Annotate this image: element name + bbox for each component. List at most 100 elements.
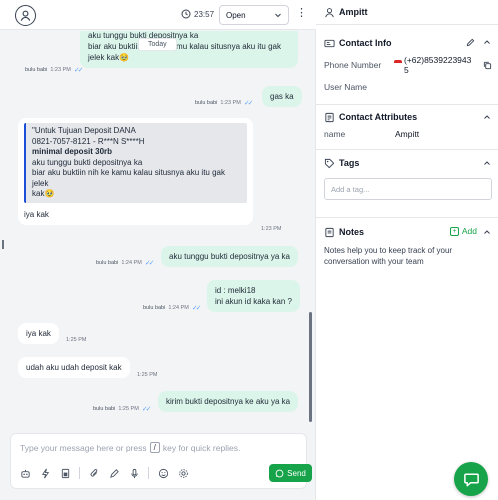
composer-toolbar	[19, 467, 189, 479]
message-list: Today aku tunggu bukti depositnya ka bia…	[0, 31, 316, 431]
message-incoming[interactable]: "Untuk Tujuan Deposit DANA 0821-7057-812…	[18, 118, 253, 225]
sender-name: bulu babi	[143, 305, 166, 311]
left-resize-handle[interactable]	[2, 240, 4, 249]
avatar[interactable]	[15, 5, 36, 26]
chevron-up-icon[interactable]	[483, 38, 491, 48]
template-icon[interactable]	[59, 467, 71, 479]
message-outgoing[interactable]: aku tunggu bukti depositnya ka biar aku …	[80, 31, 298, 68]
user-icon	[325, 8, 334, 18]
chat-bubble-icon	[463, 473, 479, 486]
section-title: Contact Info	[339, 38, 392, 48]
placeholder-text: key for quick replies.	[162, 442, 241, 453]
chevron-up-icon[interactable]	[483, 159, 491, 169]
bot-icon[interactable]	[19, 467, 31, 479]
sender-name: bulu babi	[96, 260, 119, 266]
shortcut-key: /	[149, 442, 160, 453]
message-meta: bulu babi 1:25 PM ✓✓	[93, 405, 152, 413]
message-line: biar aku buktiin nih ke kamu kalau situs…	[88, 42, 281, 51]
add-tag-input[interactable]: Add a tag...	[324, 178, 492, 200]
contact-info-section: Contact Info Phone Number (+62)853922394…	[316, 25, 498, 105]
message-input[interactable]: Type your message here or press / key fo…	[20, 442, 240, 453]
message-meta: bulu babi 1:24 PM ✓✓	[96, 259, 154, 267]
section-title: Contact Attributes	[339, 112, 418, 122]
phone-value-line: (+62)8539223943	[404, 55, 472, 65]
message-text: iya kak	[24, 209, 49, 219]
message-time: 1:25 PM	[137, 372, 158, 378]
read-receipt-icon: ✓✓	[191, 305, 202, 312]
message-meta: bulu babi 1:23 PM ✓✓	[25, 66, 84, 74]
phone-value[interactable]: (+62)8539223943 5	[404, 55, 471, 75]
message-line: gas ka	[270, 92, 294, 101]
whatsapp-icon	[275, 469, 284, 477]
chat-panel: 23:57 Open ⋮ Today aku tunggu bukti depo…	[0, 0, 316, 500]
paperclip-icon[interactable]	[88, 467, 100, 479]
chevron-up-icon[interactable]	[483, 113, 491, 123]
sender-name: bulu babi	[195, 100, 218, 106]
notes-icon	[324, 227, 335, 238]
id-card-icon	[324, 38, 335, 49]
message-time: 1:25 PM	[118, 406, 139, 412]
chevron-up-icon[interactable]	[483, 228, 491, 238]
user-icon	[20, 10, 31, 21]
indonesia-flag-icon	[394, 60, 402, 65]
add-note-button[interactable]: + Add	[449, 226, 477, 236]
message-time: 1:23 PM	[261, 226, 282, 232]
message-outgoing[interactable]: kirim bukti depositnya ke aku ya ka	[158, 391, 299, 412]
pen-icon[interactable]	[108, 467, 120, 479]
date-separator: Today	[138, 38, 177, 51]
contact-header: Ampitt	[316, 0, 498, 25]
section-title: Tags	[339, 158, 360, 168]
quote-line: minimal deposit 30rb	[32, 147, 241, 158]
message-outgoing[interactable]: aku tunggu bukti depositnya ya ka	[161, 246, 298, 267]
copy-icon[interactable]	[483, 61, 492, 72]
toolbar-divider	[79, 467, 80, 479]
message-line: id : melki18	[215, 286, 256, 295]
settings-icon[interactable]	[177, 467, 189, 479]
microphone-icon[interactable]	[128, 467, 140, 479]
quote-line: aku tunggu bukti depositnya ka	[32, 157, 143, 167]
quote-line: "Untuk Tujuan Deposit DANA	[32, 126, 136, 135]
message-outgoing[interactable]: id : melki18 ini akun id kaka kan ?	[207, 280, 300, 312]
sla-timer: 23:57	[181, 9, 214, 19]
edit-icon[interactable]	[466, 38, 475, 49]
sender-name: bulu babi	[25, 67, 48, 73]
notes-help-text: Notes help you to keep track of your con…	[324, 246, 453, 266]
message-meta: bulu babi 1:24 PM ✓✓	[143, 304, 202, 312]
message-line: aku tunggu bukti depositnya ya ka	[169, 252, 290, 261]
attribute-name-value[interactable]: Ampitt	[395, 129, 419, 139]
username-label: User Name	[324, 82, 367, 92]
sender-name: bulu babi	[93, 406, 116, 412]
message-time: 1:23 PM	[50, 67, 71, 73]
quoted-message: "Untuk Tujuan Deposit DANA 0821-7057-812…	[24, 123, 247, 203]
status-value: Open	[226, 10, 246, 20]
emoji-icon[interactable]	[157, 467, 169, 479]
send-button[interactable]: Send	[269, 464, 312, 482]
more-options-icon[interactable]: ⋮	[296, 7, 307, 19]
message-outgoing[interactable]: gas ka	[262, 86, 302, 107]
message-line: kirim bukti depositnya ke aku ya ka	[166, 397, 291, 406]
attributes-icon	[324, 112, 335, 123]
message-time: 1:25 PM	[66, 337, 87, 343]
quote-bold-line: minimal deposit 30rb	[32, 147, 113, 156]
tag-icon	[324, 158, 335, 169]
message-time: 1:23 PM	[220, 100, 241, 106]
quote-line: biar aku buktiin nih ke kamu kalau situs…	[32, 168, 225, 188]
message-line: aku tunggu bukti depositnya ka	[88, 31, 199, 40]
chat-header: 23:57 Open ⋮	[0, 0, 316, 30]
read-receipt-icon: ✓✓	[141, 406, 152, 413]
read-receipt-icon: ✓✓	[73, 67, 84, 74]
send-label: Send	[287, 468, 306, 478]
contact-panel: Ampitt Contact Info Phone Number (+62)85…	[316, 0, 498, 500]
plus-icon: +	[449, 226, 459, 236]
chevron-down-icon	[275, 13, 281, 18]
conversation-status-select[interactable]: Open	[219, 5, 289, 25]
lightning-icon[interactable]	[39, 467, 51, 479]
add-note-label: Add	[461, 226, 477, 236]
placeholder-text: Type your message here or press	[20, 442, 147, 453]
message-incoming[interactable]: udah aku udah deposit kak	[18, 357, 130, 378]
message-scrollbar[interactable]	[309, 312, 312, 422]
contact-attributes-section: Contact Attributes name Ampitt	[316, 105, 498, 150]
message-line: iya kak	[26, 329, 51, 338]
chat-widget-button[interactable]	[454, 462, 488, 496]
message-incoming[interactable]: iya kak	[18, 323, 59, 344]
